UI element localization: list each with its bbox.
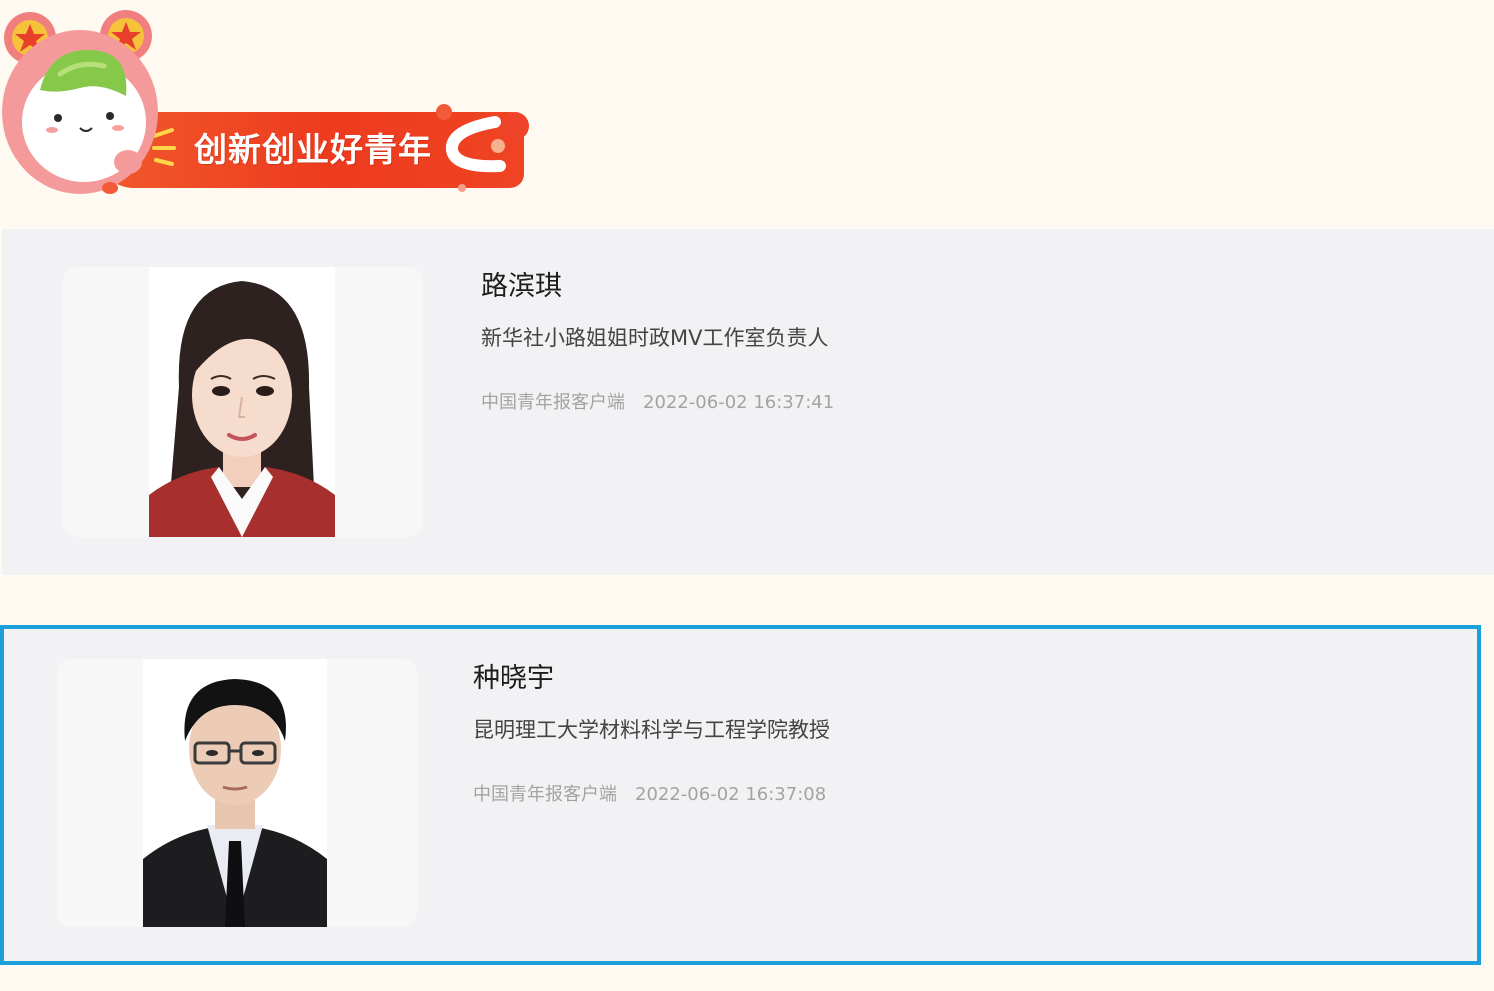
article-datetime: 2022-06-02 16:37:08 <box>635 784 827 805</box>
article-source: 中国青年报客户端 <box>473 784 617 805</box>
article-source: 中国青年报客户端 <box>481 392 625 413</box>
article-subtitle: 新华社小路姐姐时政MV工作室负责人 <box>481 326 829 350</box>
article-card[interactable]: 路滨琪 新华社小路姐姐时政MV工作室负责人 中国青年报客户端 2022-06-02… <box>2 229 1494 575</box>
mascot-icon <box>2 10 158 194</box>
article-thumbnail[interactable] <box>63 267 423 537</box>
banner-title: 创新创业好青年 <box>194 130 432 169</box>
article-name[interactable]: 种晓宇 <box>473 661 554 697</box>
article-subtitle: 昆明理工大学材料科学与工程学院教授 <box>473 718 830 742</box>
section-header: 创新创业好青年 <box>0 0 1494 228</box>
page: 创新创业好青年 路滨琪 新华社小路姐姐时政MV工作室负责人 中国青年报客户端 2… <box>0 0 1494 991</box>
article-datetime: 2022-06-02 16:37:41 <box>643 392 835 413</box>
article-meta: 中国青年报客户端 2022-06-02 16:37:41 <box>481 390 834 416</box>
portrait-photo-icon <box>143 659 327 927</box>
article-thumbnail[interactable] <box>57 659 417 927</box>
portrait-photo-icon <box>149 267 335 537</box>
article-meta: 中国青年报客户端 2022-06-02 16:37:08 <box>473 782 826 808</box>
article-card-selected[interactable]: 种晓宇 昆明理工大学材料科学与工程学院教授 中国青年报客户端 2022-06-02… <box>0 625 1481 965</box>
article-name[interactable]: 路滨琪 <box>481 269 562 305</box>
